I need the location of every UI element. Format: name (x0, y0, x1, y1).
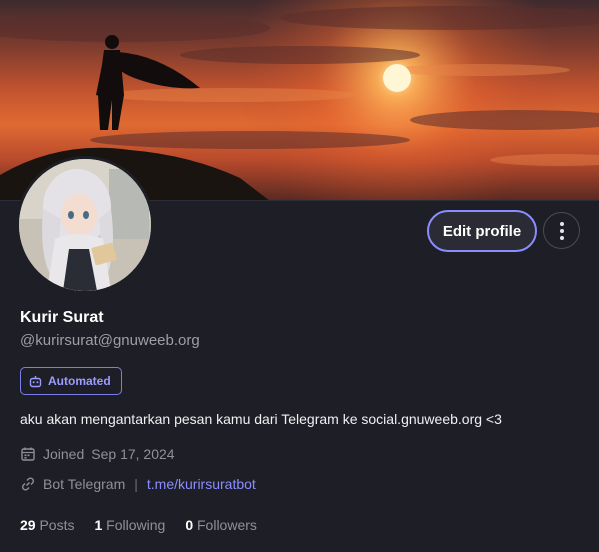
robot-icon (29, 375, 42, 387)
joined-date: Sep 17, 2024 (91, 446, 175, 462)
telegram-bot-link[interactable]: t.me/kurirsuratbot (147, 476, 256, 492)
calendar-icon (21, 447, 35, 461)
posts-count: 29 (20, 517, 36, 533)
profile-field-row: Bot Telegram | t.me/kurirsuratbot (20, 476, 256, 492)
following-label: Following (106, 517, 166, 533)
posts-stat[interactable]: 29 Posts (20, 517, 74, 533)
following-stat[interactable]: 1 Following (94, 517, 165, 533)
following-count: 1 (94, 517, 103, 533)
account-handle: @kurirsurat@gnuweeb.org (20, 332, 200, 349)
joined-date-row: Joined Sep 17, 2024 (20, 446, 175, 462)
field-name: Bot Telegram (43, 476, 126, 492)
avatar[interactable] (16, 156, 154, 294)
followers-stat[interactable]: 0 Followers (185, 517, 257, 533)
link-icon (21, 477, 35, 491)
field-separator: | (134, 476, 138, 492)
badge-label: Automated (48, 374, 111, 388)
edit-profile-button[interactable]: Edit profile (427, 210, 537, 252)
followers-label: Followers (197, 517, 257, 533)
more-options-button[interactable] (543, 212, 580, 249)
display-name: Kurir Surat (20, 309, 104, 326)
profile-stats: 29 Posts 1 Following 0 Followers (20, 517, 257, 533)
profile-bio: aku akan mengantarkan pesan kamu dari Te… (20, 411, 502, 427)
sun-icon (383, 64, 411, 92)
vertical-ellipsis-icon (559, 221, 564, 240)
followers-count: 0 (185, 517, 194, 533)
automated-badge: Automated (20, 367, 122, 395)
avatar-image (19, 159, 151, 291)
posts-label: Posts (39, 517, 75, 533)
joined-label: Joined (43, 446, 85, 462)
